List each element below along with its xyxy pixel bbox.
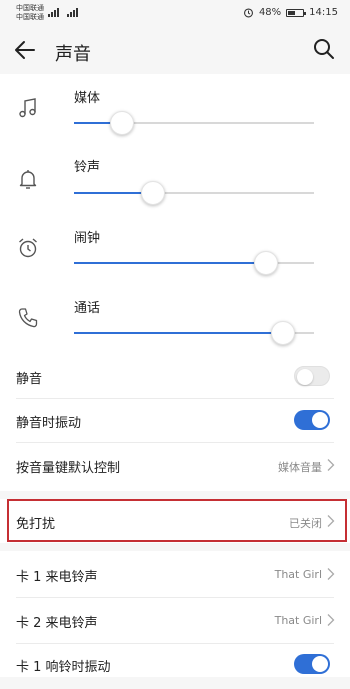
media-volume-label: 媒体 <box>74 91 101 106</box>
clock: 14:15 <box>309 7 338 18</box>
sim1-ring-vibrate-toggle[interactable] <box>294 654 330 674</box>
sim1-ring-vibrate-label: 卡 1 响铃时振动 <box>16 660 111 675</box>
carrier-2: 中国联通 <box>16 13 44 21</box>
alarm-volume-row: 闹钟 <box>0 222 350 292</box>
ringtone-card: 卡 1 来电铃声 That Girl 卡 2 来电铃声 That Girl 卡 … <box>0 551 350 677</box>
sim1-ring-vibrate-row[interactable]: 卡 1 响铃时振动 <box>0 644 350 689</box>
carrier-labels: 中国联通 中国联通 <box>16 4 44 22</box>
highlight-box <box>7 499 347 542</box>
alarm-volume-fill <box>74 262 266 264</box>
volume-key-default-label: 按音量键默认控制 <box>16 461 121 476</box>
ring-volume-thumb[interactable] <box>141 181 166 205</box>
phone-icon <box>18 308 38 328</box>
vibrate-when-silent-toggle[interactable] <box>294 410 330 430</box>
sim2-ringtone-value: That Girl <box>274 614 322 627</box>
alarm-icon <box>243 8 253 18</box>
sim1-ringtone-row[interactable]: 卡 1 来电铃声 That Girl <box>0 552 350 597</box>
chevron-right-icon <box>327 568 335 580</box>
alarm-volume-slider[interactable] <box>74 251 314 275</box>
call-volume-label: 通话 <box>74 301 101 316</box>
alarm-volume-thumb[interactable] <box>254 251 278 275</box>
sim1-ringtone-value: That Girl <box>274 568 322 581</box>
battery-percent: 48% <box>258 7 282 18</box>
chevron-right-icon <box>327 614 335 626</box>
sim2-ringtone-row[interactable]: 卡 2 来电铃声 That Girl <box>0 598 350 643</box>
sound-settings-card: 媒体 铃声 闹钟 通话 静音 静音时振动 按音量键默认控制 媒体音量 <box>0 74 350 491</box>
call-volume-slider[interactable] <box>74 321 314 345</box>
alarm-clock-icon <box>19 238 37 258</box>
ring-volume-row: 铃声 <box>0 152 350 222</box>
call-volume-fill <box>74 332 283 334</box>
sim2-ringtone-label: 卡 2 来电铃声 <box>16 616 98 631</box>
volume-key-default-value: 媒体音量 <box>278 461 322 474</box>
search-icon[interactable] <box>311 36 337 62</box>
alarm-volume-label: 闹钟 <box>74 231 101 246</box>
battery-icon <box>286 8 307 17</box>
media-volume-slider[interactable] <box>74 111 314 135</box>
ring-volume-label: 铃声 <box>74 160 101 175</box>
chevron-right-icon <box>327 459 335 471</box>
signal-icon <box>48 8 78 17</box>
battery-level <box>288 10 295 15</box>
vibrate-when-silent-label: 静音时振动 <box>16 416 82 431</box>
volume-key-default-row[interactable]: 按音量键默认控制 媒体音量 <box>0 443 350 488</box>
music-note-icon <box>19 98 36 118</box>
bell-icon <box>19 170 37 189</box>
media-volume-row: 媒体 <box>0 82 350 152</box>
call-volume-row: 通话 <box>0 292 350 362</box>
silent-mode-label: 静音 <box>16 372 43 387</box>
carrier-1: 中国联通 <box>16 4 44 12</box>
status-bar: 中国联通 中国联通 48% 14:15 <box>0 0 350 28</box>
sim1-ringtone-label: 卡 1 来电铃声 <box>16 570 98 585</box>
page-title: 声音 <box>55 44 91 65</box>
app-header: 声音 <box>0 28 350 73</box>
silent-mode-row[interactable]: 静音 <box>0 354 350 399</box>
arrow-left-icon[interactable] <box>12 38 40 62</box>
status-right: 48% 14:15 <box>243 7 338 18</box>
ring-volume-slider[interactable] <box>74 181 314 205</box>
media-volume-thumb[interactable] <box>110 111 134 135</box>
vibrate-when-silent-row[interactable]: 静音时振动 <box>0 398 350 443</box>
call-volume-thumb[interactable] <box>270 321 295 345</box>
silent-mode-toggle[interactable] <box>294 366 330 386</box>
